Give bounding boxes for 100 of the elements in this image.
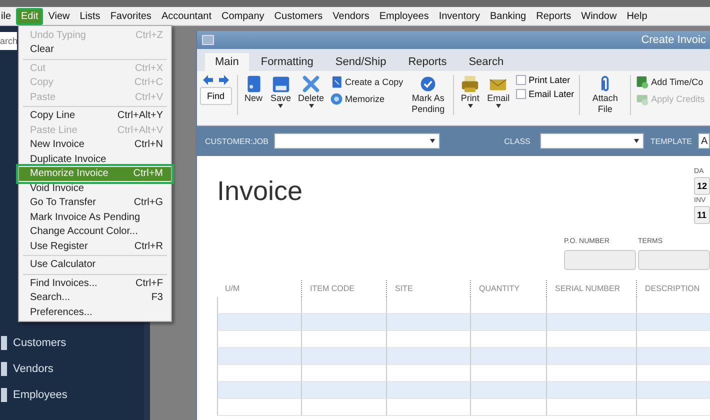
table-cell[interactable] [470,399,546,416]
table-cell[interactable] [217,399,301,416]
menu-item[interactable]: Company [216,8,270,24]
table-cell[interactable] [546,314,636,331]
document-icon [330,75,344,89]
invoice-number-field[interactable]: 11 [694,206,710,224]
menu-item[interactable]: Favorites [105,8,156,24]
toolbar-button[interactable]: New [242,75,265,104]
table-cell[interactable] [301,314,386,331]
menu-item[interactable]: Lists [74,8,106,24]
tab[interactable]: Search [458,53,514,71]
caret-icon [468,104,473,108]
table-cell[interactable] [470,314,546,331]
menu-item[interactable]: Preferences... [19,305,171,320]
table-cell[interactable] [546,382,636,399]
table-cell[interactable] [386,314,470,331]
menu-item[interactable]: Find Invoices... Ctrl+F [19,276,171,290]
column-header: ITEM CODE [301,280,386,297]
template-dropdown[interactable]: A [698,133,710,149]
tab[interactable]: Main [205,53,249,71]
circle-icon [330,92,344,106]
printer-icon [460,75,480,93]
invoice-heading: Invoice [217,176,303,208]
menu-item[interactable]: Inventory [434,8,485,24]
menu-item[interactable]: Employees [374,8,434,24]
table-cell[interactable] [217,382,301,399]
menu-item[interactable]: Clear [19,42,171,57]
toolbar-button[interactable]: Add Time/Co [636,75,705,89]
sidebar-item[interactable]: Customers [13,337,66,349]
window-menu-icon[interactable] [202,35,214,45]
checkbox[interactable] [516,75,526,85]
menu-item[interactable]: Use Calculator [19,258,171,272]
table-cell[interactable] [217,314,301,331]
table-cell[interactable] [301,382,386,399]
checkbox-label: Print Later [528,75,570,85]
menu-item[interactable]: New Invoice Ctrl+N [19,138,171,152]
menu-item[interactable]: Help [622,8,652,24]
tab[interactable]: Formatting [250,53,324,71]
toolbar-button[interactable]: Memorize [330,92,404,106]
toolbar-button[interactable]: Save [270,75,292,108]
menu-item[interactable]: Void Invoice [19,181,171,196]
toolbar-button[interactable]: Attach File [585,75,626,115]
menu-item[interactable]: Copy Line Ctrl+Alt+Y [19,108,171,123]
menu-item[interactable]: Mark Invoice As Pending [19,210,171,224]
column-header: SERIAL NUMBER [546,280,636,297]
date-field[interactable]: 12 [694,177,710,195]
menu-item[interactable]: Accountant [156,8,216,24]
menu-item[interactable]: Use Register Ctrl+R [19,239,171,254]
menu-item[interactable]: ile [0,8,16,24]
menu-item[interactable]: Vendors [328,8,374,24]
menu-item[interactable]: Search... F3 [19,290,171,305]
table-cell[interactable] [546,399,636,416]
search-field[interactable]: arch [0,32,17,50]
toolbar-button[interactable]: Create a Copy [330,75,404,89]
table-cell[interactable] [470,382,546,399]
tab[interactable]: Send/Ship [325,53,396,71]
checkbox[interactable] [516,89,526,99]
menu-item[interactable]: Customers [269,8,328,24]
terms-dropdown[interactable] [638,250,710,270]
table-cell[interactable] [636,399,710,416]
table-cell[interactable] [636,382,710,399]
menu-item[interactable]: Banking [484,8,532,24]
sidebar-item[interactable]: Vendors [13,363,54,375]
menu-item[interactable]: View [43,8,75,24]
menu-item[interactable]: Window [576,8,622,24]
class-dropdown[interactable] [540,133,644,149]
column-header: U/M [224,283,241,295]
table-cell[interactable] [636,314,710,331]
toolbar-button[interactable]: Mark As Pending [408,75,448,115]
tab[interactable]: Reports [398,53,457,71]
find-button[interactable]: Find [200,87,232,105]
table-cell[interactable] [386,382,470,399]
menu-item[interactable]: Reports [531,8,576,24]
table-cell[interactable] [636,348,710,365]
menu-item[interactable]: Duplicate Invoice [19,152,171,166]
caret-icon [430,139,436,143]
sidebar-item-icon [1,388,7,402]
menu-item[interactable]: Memorize Invoice Ctrl+M [19,166,171,181]
table-cell[interactable] [546,348,636,365]
arrow-icon[interactable] [202,75,230,85]
table-cell[interactable] [386,348,470,365]
field-label: CLASS [504,136,530,146]
table-cell[interactable] [386,399,470,416]
checkbox-label: Email Later [528,89,574,99]
table-cell[interactable] [217,348,301,365]
menu-item[interactable]: Edit [16,8,44,24]
po-number-field[interactable] [564,250,636,270]
toolbar-button[interactable]: Email [486,75,511,108]
table-cell[interactable] [301,348,386,365]
cross-icon [301,75,322,93]
table-cell[interactable] [301,399,386,416]
table-cell[interactable] [470,348,546,365]
toolbar-button[interactable]: Print [459,75,482,108]
menu-item[interactable]: Change Account Color... [19,224,171,239]
caret-icon [634,139,640,143]
customer-job-dropdown[interactable] [274,133,440,149]
toolbar-button[interactable]: Delete [297,75,326,108]
menu-item[interactable]: Go To Transfer Ctrl+G [19,196,171,210]
column-header: SITE [386,280,470,297]
sidebar-item[interactable]: Employees [13,389,68,401]
